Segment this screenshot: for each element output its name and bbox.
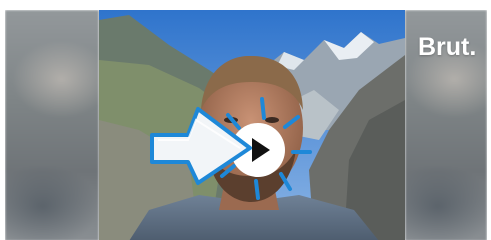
pointing-arrow-cursor-icon	[150, 107, 252, 185]
video-frame: Brut.	[0, 0, 491, 240]
